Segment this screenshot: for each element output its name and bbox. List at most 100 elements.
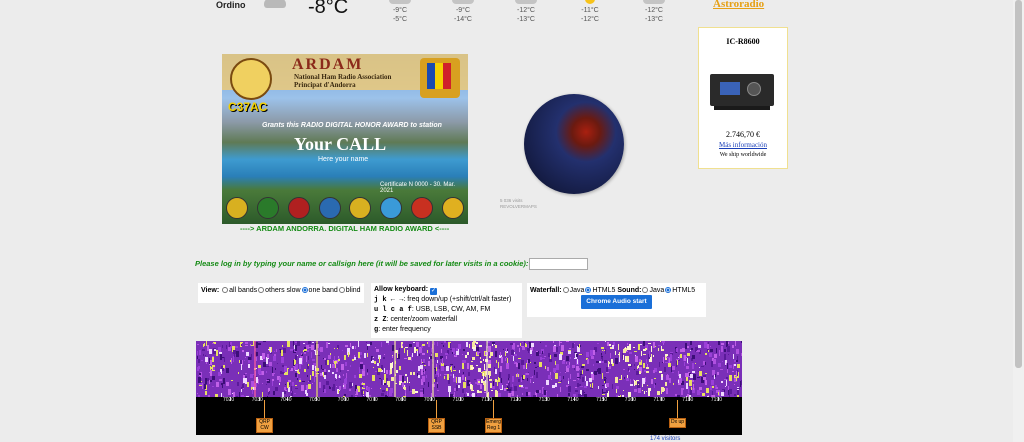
page-scrollbar[interactable]	[1013, 0, 1024, 442]
forecast-low: -12°C	[581, 16, 599, 23]
cloud-icon	[643, 0, 665, 4]
keyboard-panel: Allow keyboard: ✓ j k ← →: freq down/up …	[371, 283, 522, 338]
waterfall-option-java[interactable]: Java	[562, 287, 584, 294]
scale-label: 7070	[366, 397, 378, 403]
band-marker-qrp-ssb[interactable]: QRP SSB	[428, 418, 445, 433]
forecast-low: -13°C	[645, 16, 663, 23]
chrome-audio-start-button[interactable]: Chrome Audio start	[581, 295, 652, 309]
view-label: View:	[201, 287, 220, 294]
award-grant-text: Grants this RADIO DIGITAL HONOR AWARD to…	[262, 122, 442, 129]
scale-label: 7170	[653, 397, 665, 403]
band-marker-qrp-cw[interactable]: QRP CW	[256, 418, 273, 433]
radio-button-selected[interactable]	[665, 287, 672, 293]
scale-label: 7120	[510, 397, 522, 403]
award-subtitle: Principat d'Andorra	[294, 81, 356, 89]
award-your-call: Your CALL	[294, 134, 387, 154]
forecast-high: -11°C	[581, 7, 599, 14]
more-info-link[interactable]: Más información	[699, 141, 787, 149]
award-badge-icon	[380, 197, 403, 219]
award-title: ARDAM	[292, 56, 364, 73]
forecast-high: -9°C	[455, 7, 471, 14]
visitor-globe[interactable]	[524, 94, 624, 194]
scale-label: 7090	[423, 397, 436, 403]
view-option-one-band[interactable]: one band	[301, 287, 338, 294]
waterfall-display[interactable]	[196, 341, 742, 397]
allow-keyboard-checkbox[interactable]: ✓	[430, 288, 438, 295]
scale-label: 7050	[309, 397, 321, 403]
sound-option-html5[interactable]: HTML5	[664, 287, 695, 294]
radio-button[interactable]	[562, 287, 569, 293]
radio-button[interactable]	[642, 287, 649, 293]
radio-product-image[interactable]	[710, 74, 774, 106]
sun-icon	[585, 0, 595, 4]
keyboard-help-line: u l c a f: USB, LSB, CW, AM, FM	[374, 306, 491, 314]
scale-label: 7180	[682, 397, 694, 403]
award-logo-icon	[230, 58, 272, 100]
sound-option-java[interactable]: Java	[641, 287, 664, 294]
scale-label: 7160	[624, 397, 636, 403]
scale-label: 7060	[337, 397, 349, 403]
visitors-link[interactable]: 174 visitors	[650, 436, 680, 442]
globe-caption: 5 036 visits REVOLVERMAPS	[500, 198, 537, 209]
ad-box[interactable]: IC-R8600 2.746,70 € Más información We s…	[698, 27, 788, 169]
cloud-icon	[515, 0, 537, 4]
scale-label: 7020	[223, 397, 235, 403]
ad-shipping: We ship worldwide	[719, 152, 767, 158]
scale-label: 7080	[395, 397, 407, 403]
scale-label: 7110	[481, 397, 493, 403]
waterfall-option-html5[interactable]: HTML5	[584, 287, 615, 294]
award-badge-icon	[318, 197, 341, 219]
keyboard-help-line: j k ← →: freq down/up (+shift/ctrl/alt f…	[374, 296, 512, 304]
waterfall-sound-panel: Waterfall: Java HTML5 Sound: Java HTML5 Chro…	[527, 283, 706, 317]
view-option-blind[interactable]: blind	[338, 287, 361, 294]
award-badge-icon	[287, 197, 310, 219]
award-image[interactable]: ARDAM National Ham Radio Association Pri…	[222, 54, 468, 224]
scrollbar-thumb[interactable]	[1015, 0, 1022, 368]
band-marker-dx-up[interactable]: Dx up	[669, 418, 686, 428]
forecast-day: -12°C -13°C	[508, 0, 544, 24]
frequency-scale[interactable]: 7020 7030 7040 7050 7060 7070 7080 7090 7100 7110…	[196, 397, 742, 435]
view-option-all-bands[interactable]: all bands	[221, 287, 257, 294]
forecast-high: -9°C	[392, 7, 408, 14]
astroradio-link[interactable]: Astroradio	[713, 0, 764, 10]
radio-button[interactable]	[338, 287, 345, 293]
band-marker-emerg-reg1[interactable]: Emerg Reg 1	[485, 418, 502, 433]
current-temperature: -8°C	[308, 0, 349, 18]
award-badge-icon	[441, 197, 464, 219]
forecast-low: -14°C	[454, 16, 472, 23]
radio-button[interactable]	[258, 287, 265, 293]
callsign-input[interactable]	[529, 258, 588, 270]
scale-label: 7140	[567, 397, 579, 403]
award-badge-icon	[349, 197, 372, 219]
radio-button[interactable]	[222, 287, 229, 293]
scale-label: 7150	[596, 397, 608, 403]
view-option-others-slow[interactable]: others slow	[257, 287, 301, 294]
cloud-icon	[452, 0, 474, 4]
forecast-low: -13°C	[517, 16, 535, 23]
award-footer-link[interactable]: ----> ARDAM ANDORRA. DIGITAL HAM RADIO A…	[240, 224, 449, 233]
weather-city: Ordino	[216, 0, 246, 10]
scale-label: 7100	[452, 397, 464, 403]
ad-title: IC-R8600	[726, 37, 760, 46]
keyboard-help-line: z Z: center/zoom waterfall	[374, 316, 458, 324]
award-name: Here your name	[318, 156, 369, 163]
radio-button-selected[interactable]	[301, 287, 308, 293]
cloud-icon	[389, 0, 411, 4]
radio-button-selected[interactable]	[585, 287, 592, 293]
forecast-high: -12°C	[645, 7, 663, 14]
scale-label: 7040	[280, 397, 292, 403]
scale-label: 7130	[538, 397, 550, 403]
award-callsign: C37AC	[228, 100, 268, 114]
forecast-day: -11°C -12°C	[572, 0, 608, 24]
view-panel: View: all bands others slow one band blind	[198, 283, 364, 303]
scale-label: 7190	[710, 397, 723, 403]
waterfall-label: Waterfall:	[530, 287, 562, 294]
award-subtitle: National Ham Radio Association	[294, 73, 392, 81]
award-badge-icon	[226, 197, 248, 219]
forecast-high: -12°C	[517, 7, 535, 14]
login-prompt: Please log in by typing your name or cal…	[195, 259, 529, 268]
forecast-low: -5°C	[392, 16, 408, 23]
ad-price: 2.746,70 €	[726, 130, 760, 139]
forecast-day: -9°C -14°C	[445, 0, 481, 24]
forecast-day: -12°C -13°C	[636, 0, 672, 24]
